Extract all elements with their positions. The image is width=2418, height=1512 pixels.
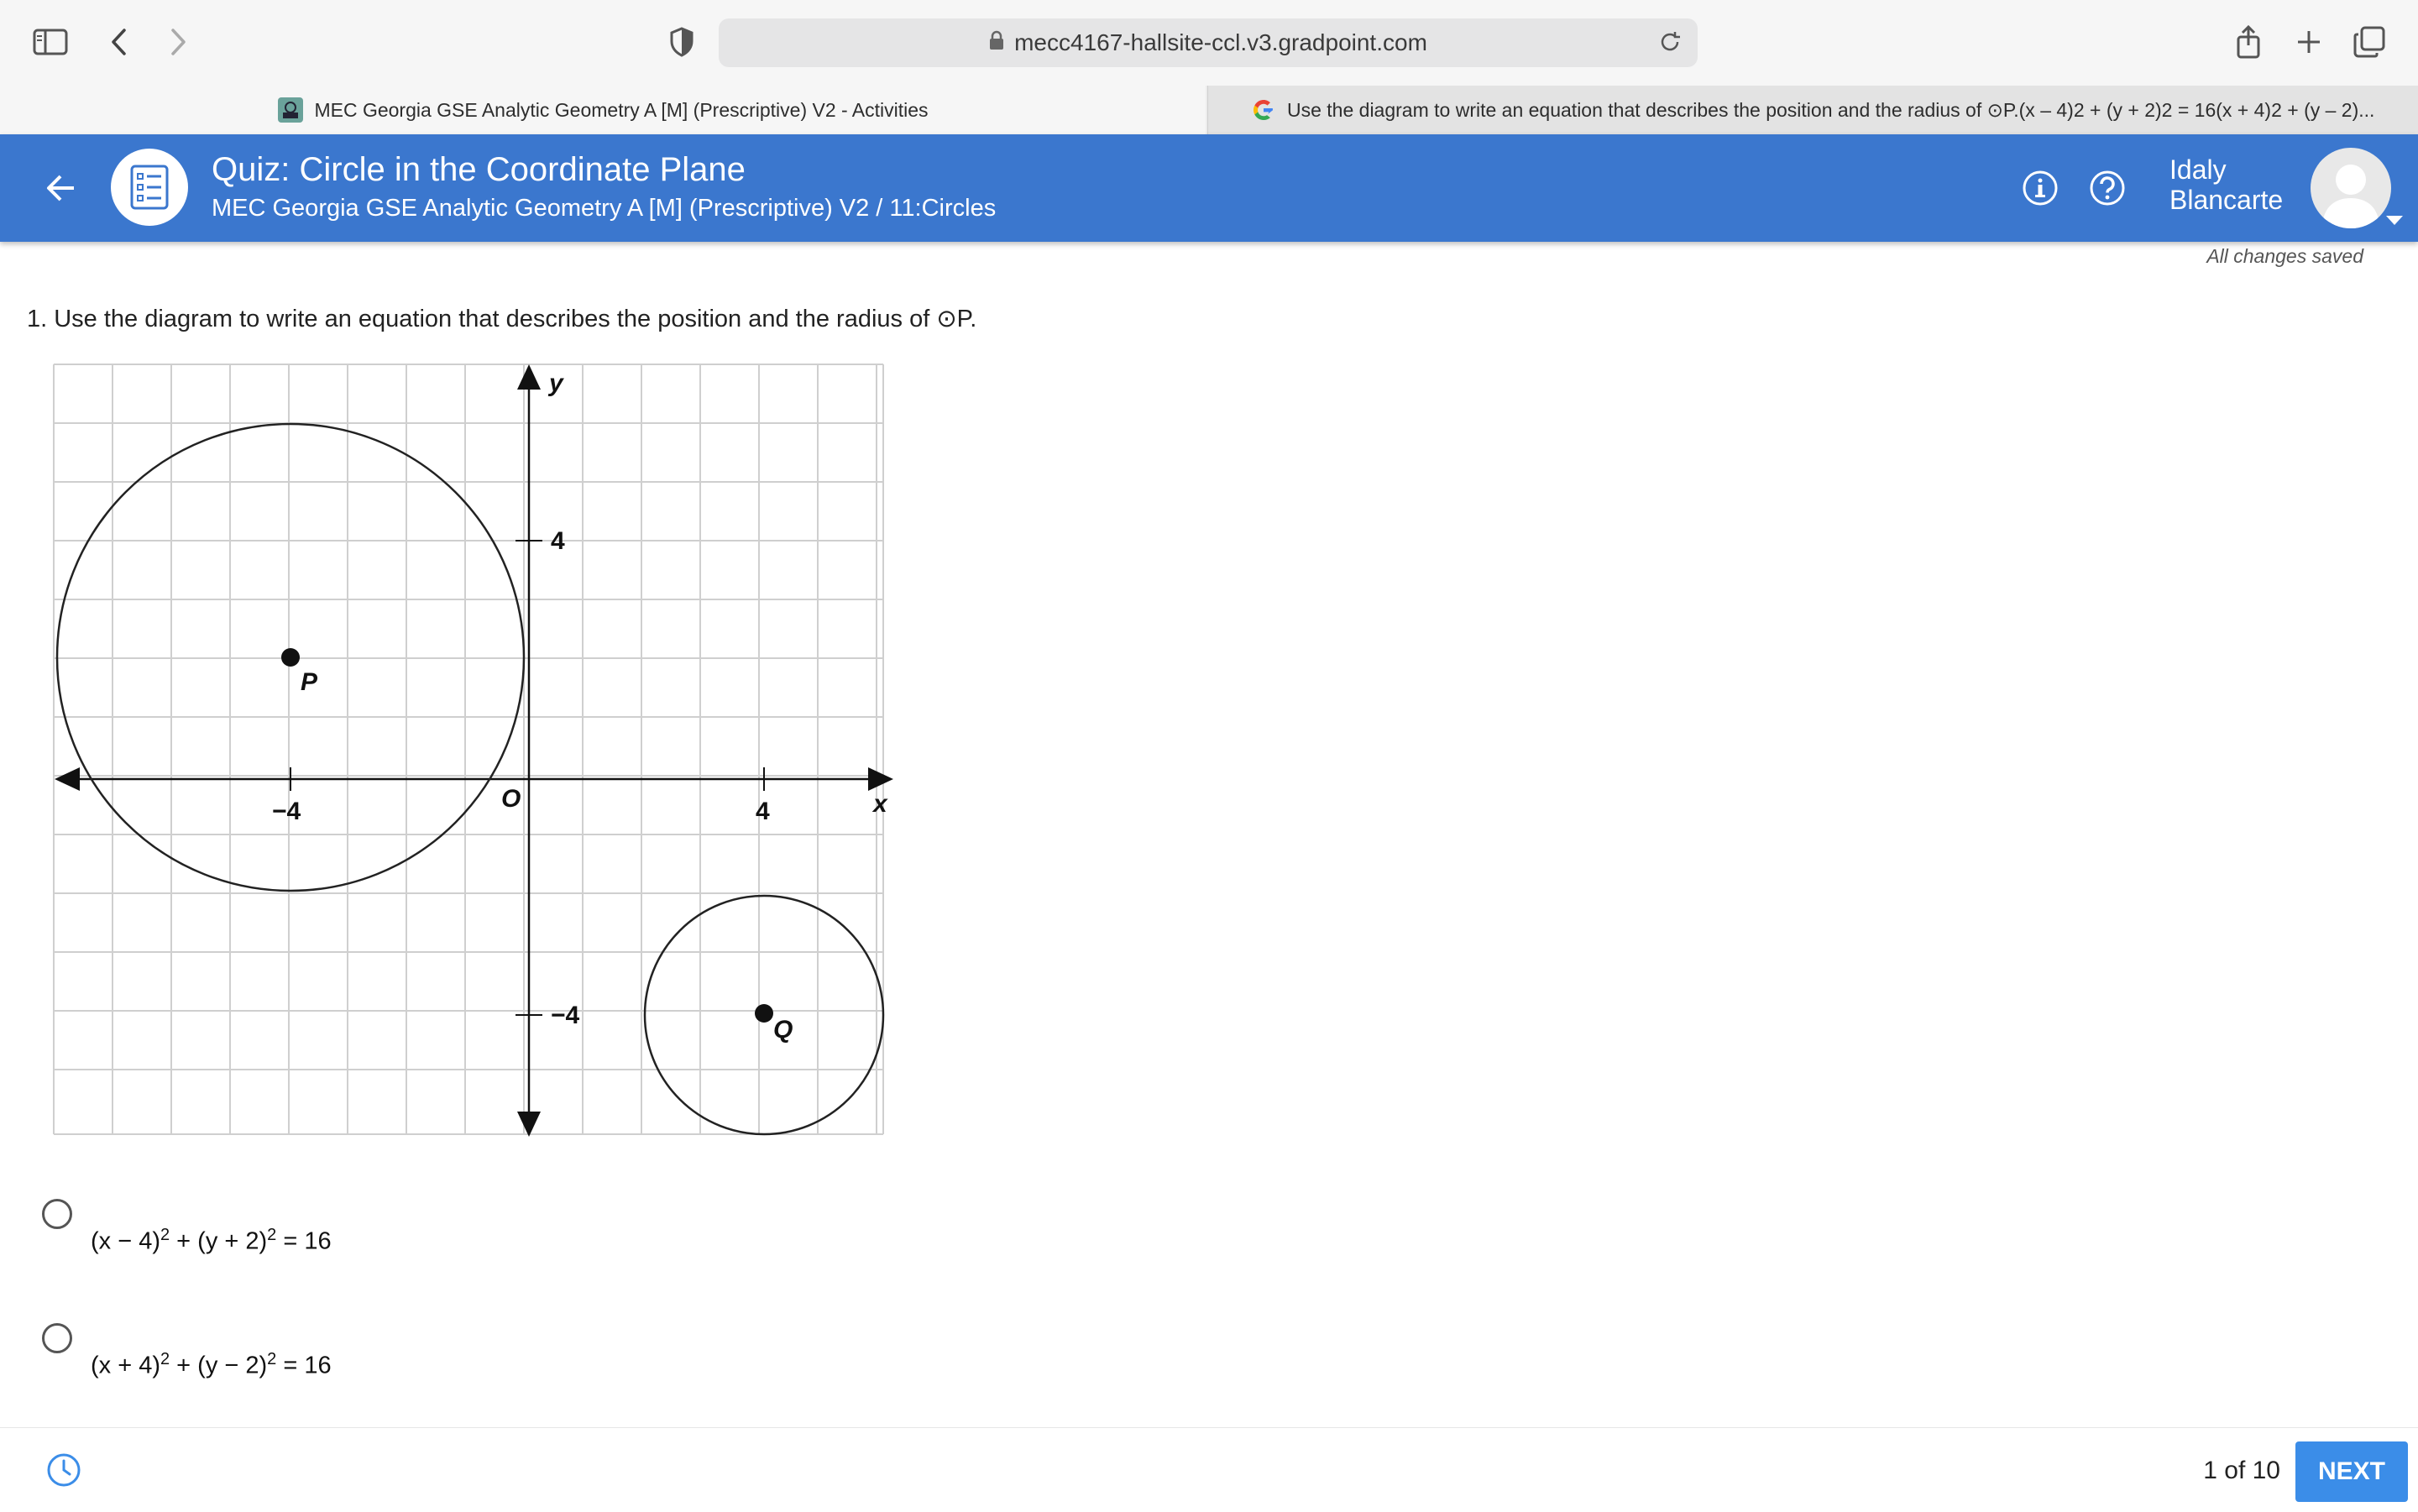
x-axis-label: x [871, 790, 888, 818]
radio-button[interactable] [42, 1323, 72, 1353]
question-text: 1. Use the diagram to write an equation … [27, 306, 977, 332]
tab-bar: MEC Georgia GSE Analytic Geometry A [M] … [0, 86, 2418, 135]
forward-chevron-icon[interactable] [158, 22, 198, 62]
save-status: All changes saved [2206, 245, 2363, 267]
lock-icon [989, 29, 1004, 56]
share-icon[interactable] [2228, 22, 2269, 62]
quiz-badge [111, 149, 188, 226]
tab-google-search[interactable]: Use the diagram to write an equation tha… [1207, 86, 2418, 134]
page-title: Quiz: Circle in the Coordinate Plane [212, 151, 746, 188]
avatar[interactable] [2311, 148, 2391, 228]
tab-overview-icon[interactable] [2349, 22, 2389, 62]
shield-icon[interactable] [662, 22, 702, 62]
next-button[interactable]: NEXT [2295, 1441, 2408, 1502]
tick-label-y-neg4: −4 [551, 1002, 580, 1029]
user-name[interactable]: Idaly Blancarte [2169, 154, 2283, 215]
tab-activities[interactable]: MEC Georgia GSE Analytic Geometry A [M] … [0, 86, 1206, 134]
radio-button[interactable] [42, 1199, 72, 1229]
center-p-point [281, 648, 300, 667]
coordinate-graph: P Q x y O −4 4 4 −4 [50, 361, 907, 1146]
origin-label: O [501, 785, 521, 813]
choice-equation: (x + 4)2 + (y − 2)2 = 16 [91, 1350, 332, 1379]
user-avatar-icon [2322, 165, 2379, 228]
quiz-footer: 1 of 10 NEXT [0, 1427, 2418, 1512]
info-icon[interactable] [2022, 170, 2059, 207]
app-header: Quiz: Circle in the Coordinate Plane MEC… [0, 134, 2418, 242]
help-icon[interactable] [2089, 170, 2126, 207]
y-axis-label: y [547, 369, 564, 397]
choice-equation: (x − 4)2 + (y + 2)2 = 16 [91, 1226, 332, 1255]
tick-label-x-neg4: −4 [272, 798, 301, 825]
tick-label-y-pos4: 4 [551, 527, 565, 555]
point-label-p: P [301, 668, 318, 696]
back-chevron-icon[interactable] [99, 22, 139, 62]
url-text: mecc4167-hallsite-ccl.v3.gradpoint.com [1014, 29, 1427, 55]
reload-icon[interactable] [1657, 29, 1683, 60]
gradpoint-favicon-icon [277, 97, 304, 123]
center-q-point [755, 1004, 773, 1023]
breadcrumb: MEC Georgia GSE Analytic Geometry A [M] … [212, 195, 997, 222]
clock-icon[interactable] [45, 1452, 82, 1488]
browser-toolbar: mecc4167-hallsite-ccl.v3.gradpoint.com [0, 0, 2418, 86]
google-favicon-icon [1250, 97, 1277, 123]
tick-label-x-pos4: 4 [756, 798, 770, 825]
address-bar[interactable]: mecc4167-hallsite-ccl.v3.gradpoint.com [719, 18, 1698, 67]
new-tab-icon[interactable] [2289, 22, 2329, 62]
page-counter: 1 of 10 [2203, 1457, 2280, 1484]
user-first-name: Idaly [2169, 154, 2227, 185]
tick-marks [290, 540, 765, 1016]
tab-title: MEC Georgia GSE Analytic Geometry A [M] … [314, 98, 929, 121]
caret-down-icon[interactable] [2386, 215, 2403, 230]
sidebar-toggle-icon[interactable] [30, 22, 71, 62]
back-arrow-icon[interactable] [40, 168, 81, 208]
tab-title: Use the diagram to write an equation tha… [1287, 98, 2375, 121]
checklist-icon [130, 165, 169, 210]
point-label-q: Q [773, 1016, 793, 1044]
y-axis [517, 364, 541, 1137]
x-axis [55, 767, 893, 791]
user-last-name: Blancarte [2169, 185, 2284, 215]
